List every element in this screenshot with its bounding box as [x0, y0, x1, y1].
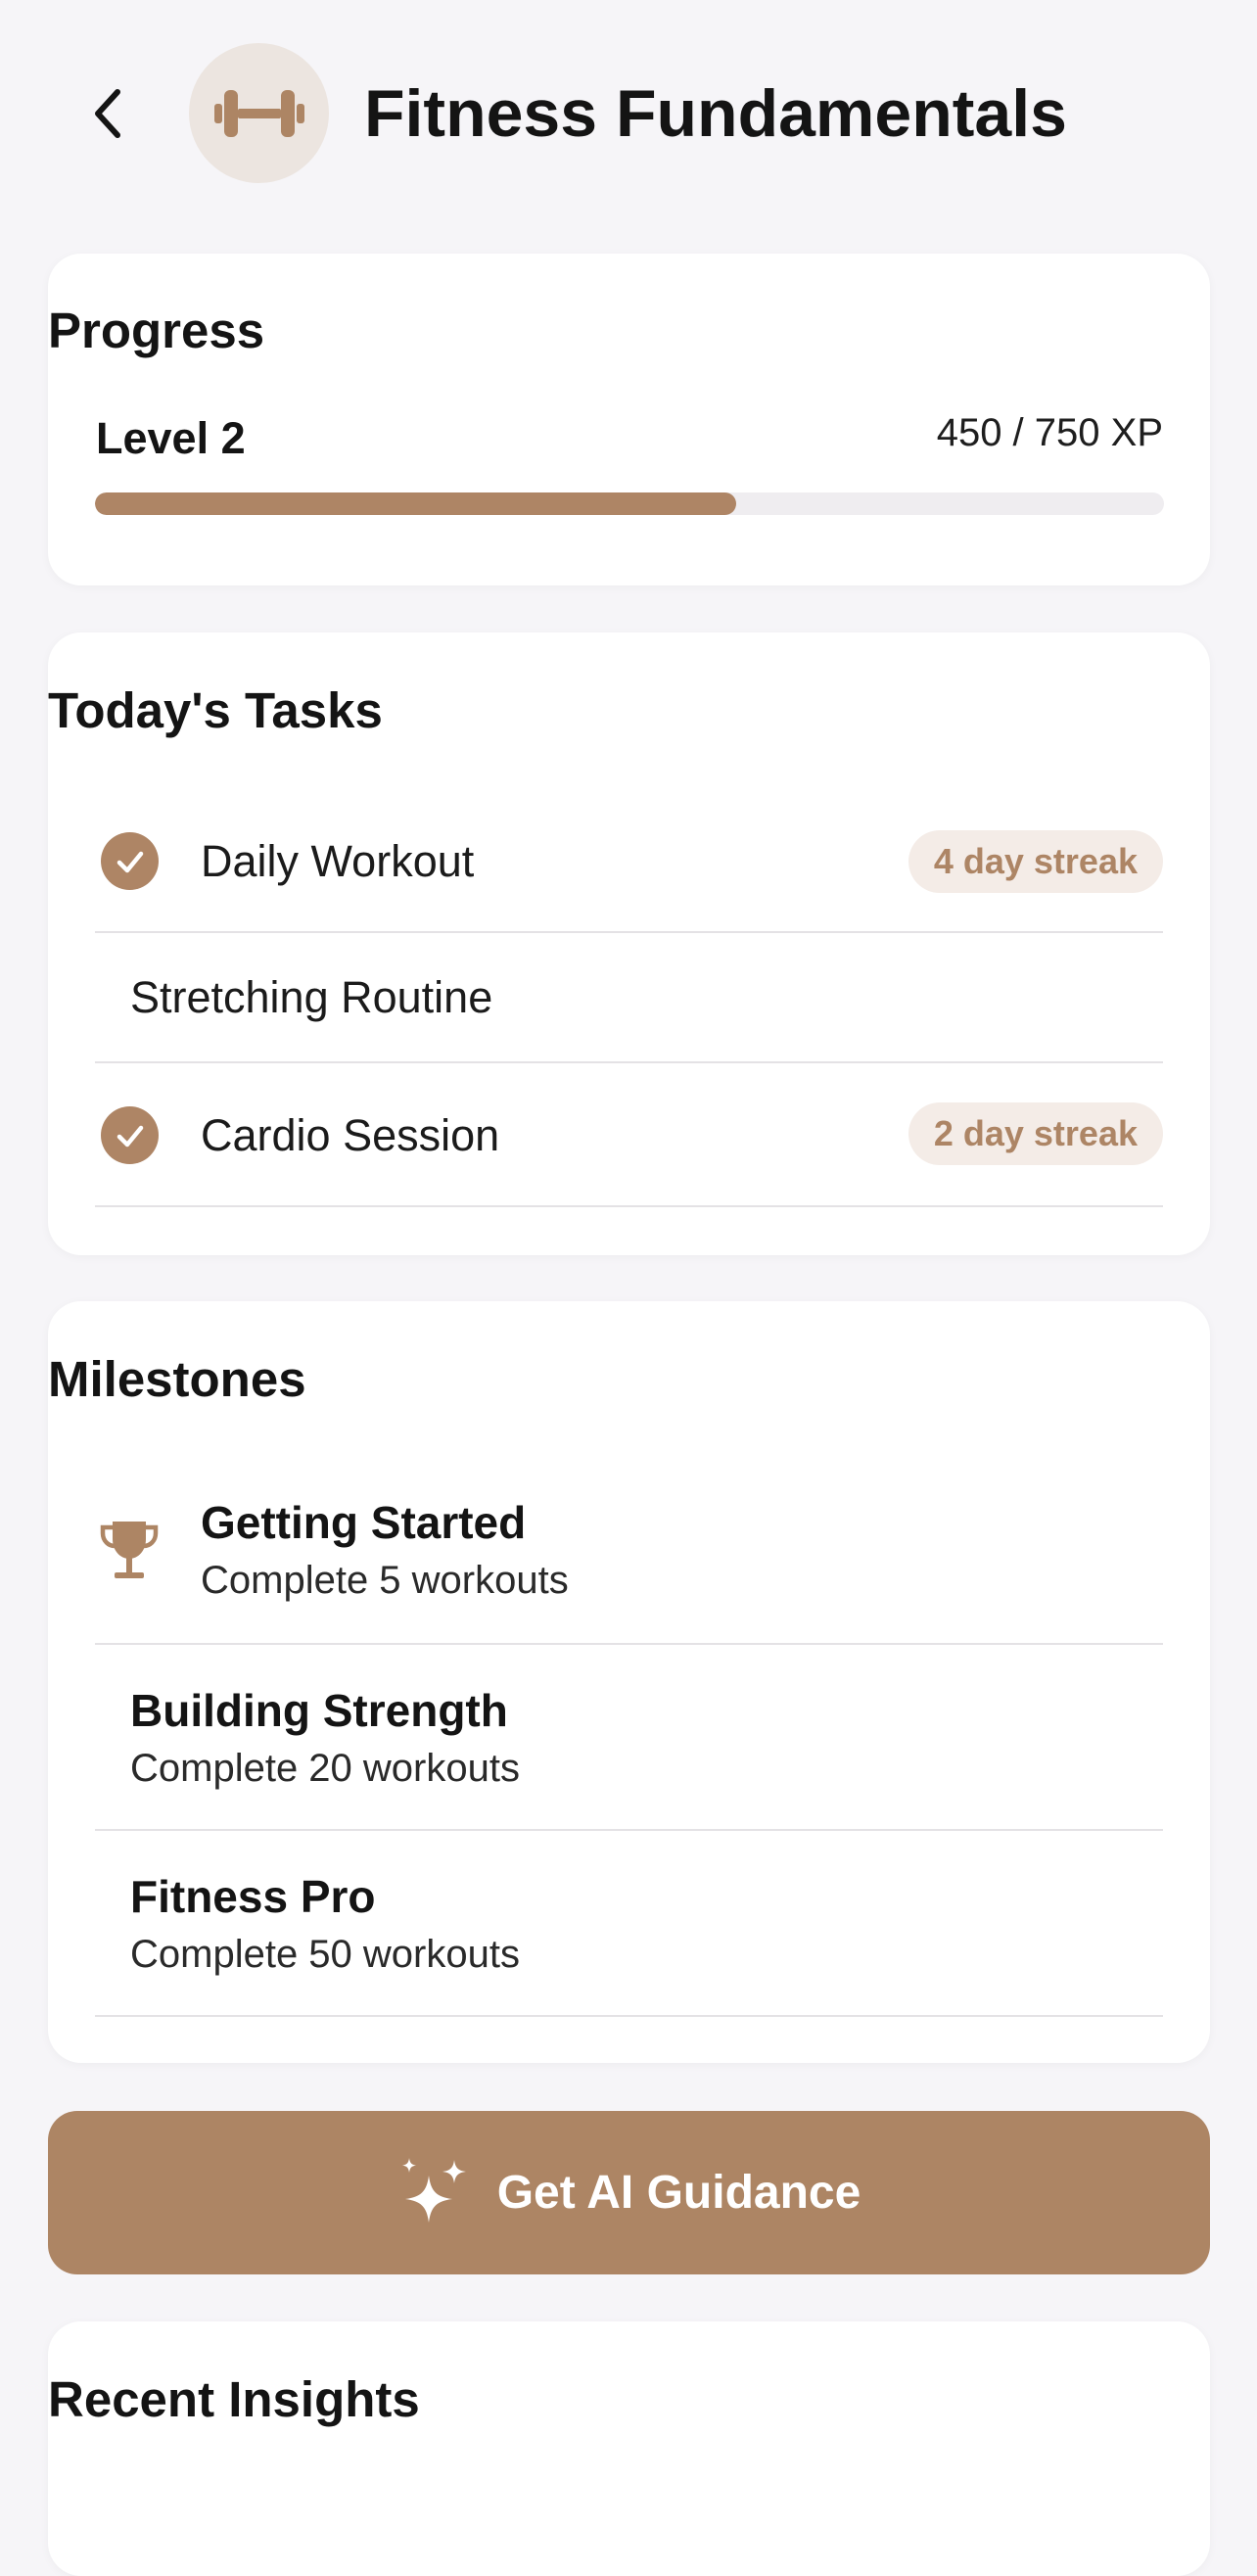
milestone-title: Getting Started — [201, 1497, 527, 1548]
streak-badge: 2 day streak — [908, 1102, 1163, 1165]
trophy-icon — [100, 1522, 159, 1578]
task-label: Stretching Routine — [130, 972, 493, 1022]
insights-heading: Recent Insights — [48, 2371, 420, 2427]
ai-guidance-button[interactable]: Get AI Guidance — [48, 2111, 1210, 2274]
milestone-subtitle: Complete 50 workouts — [130, 1933, 520, 1976]
milestone-subtitle: Complete 5 workouts — [201, 1559, 569, 1602]
category-avatar — [189, 43, 329, 183]
task-row[interactable]: Stretching Routine — [95, 933, 1163, 1063]
milestone-row[interactable]: Getting Started Complete 5 workouts — [95, 1457, 1163, 1645]
xp-progress-fill — [95, 492, 737, 515]
task-row[interactable]: Cardio Session 2 day streak — [95, 1063, 1163, 1207]
check-icon[interactable] — [101, 1106, 159, 1164]
milestone-title: Fitness Pro — [130, 1871, 376, 1922]
ai-guidance-label: Get AI Guidance — [496, 2167, 861, 2219]
task-row[interactable]: Daily Workout 4 day streak — [95, 809, 1163, 933]
dumbbell-icon — [213, 89, 304, 137]
xp-label: 450 / 750 XP — [936, 411, 1163, 454]
level-label: Level 2 — [96, 413, 246, 463]
tasks-heading: Today's Tasks — [48, 682, 383, 738]
milestone-row[interactable]: Fitness Pro Complete 50 workouts — [95, 1831, 1163, 2017]
milestone-row[interactable]: Building Strength Complete 20 workouts — [95, 1645, 1163, 1831]
milestone-title: Building Strength — [130, 1685, 508, 1736]
chevron-left-icon — [95, 89, 120, 138]
milestone-subtitle: Complete 20 workouts — [130, 1747, 520, 1790]
xp-progress-bar — [95, 492, 1164, 515]
header: Fitness Fundamentals — [0, 0, 1257, 225]
insights-card — [48, 2321, 1210, 2576]
check-icon[interactable] — [101, 832, 159, 890]
task-label: Cardio Session — [201, 1110, 500, 1160]
task-label: Daily Workout — [201, 836, 475, 886]
page-title: Fitness Fundamentals — [364, 76, 1067, 151]
back-button[interactable] — [76, 74, 139, 153]
progress-heading: Progress — [48, 303, 265, 358]
streak-badge: 4 day streak — [908, 830, 1163, 893]
sparkles-icon — [401, 2157, 466, 2223]
milestones-heading: Milestones — [48, 1351, 306, 1407]
